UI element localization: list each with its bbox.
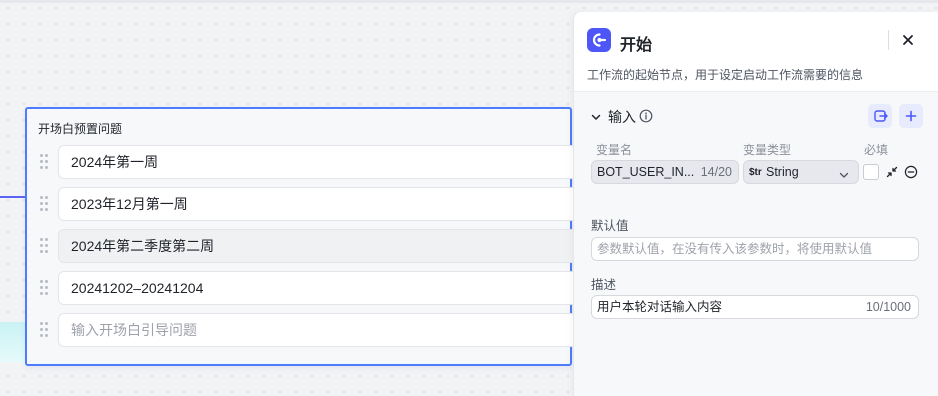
new-question-input[interactable]: 输入开场白引导问题 bbox=[58, 313, 578, 347]
import-icon[interactable] bbox=[868, 104, 892, 128]
question-row: 20241202–20241204 bbox=[27, 271, 578, 305]
variable-type-select[interactable]: $tr String bbox=[743, 160, 859, 184]
variable-type-value: String bbox=[766, 165, 799, 179]
drag-handle-icon[interactable] bbox=[40, 280, 50, 296]
default-value-input[interactable]: 参数默认值，在没有传入该参数时，将使用默认值 bbox=[591, 237, 919, 261]
panel-title: 开始 bbox=[620, 37, 653, 54]
card-title: 开场白预置问题 bbox=[38, 122, 123, 136]
start-node-panel: 开始 工作流的起始节点，用于设定启动工作流需要的信息 输入 变量名 变量类型 必… bbox=[573, 12, 938, 396]
variable-name-input[interactable]: BOT_USER_IN... 14/20 bbox=[591, 160, 739, 184]
canvas-top-border bbox=[0, 0, 938, 3]
input-section-title: 输入 bbox=[608, 109, 636, 125]
plus-icon bbox=[905, 110, 917, 122]
column-label-type: 变量类型 bbox=[743, 143, 792, 157]
string-type-icon: $tr bbox=[749, 167, 762, 178]
question-row-new: 输入开场白引导问题 bbox=[27, 313, 578, 347]
drag-handle-icon[interactable] bbox=[40, 238, 50, 254]
description-label: 描述 bbox=[591, 278, 617, 292]
description-input[interactable]: 用户本轮对话输入内容 10/1000 bbox=[591, 295, 919, 319]
header-divider bbox=[888, 30, 889, 50]
panel-description: 工作流的起始节点，用于设定启动工作流需要的信息 bbox=[587, 68, 864, 82]
drag-handle-icon[interactable] bbox=[40, 154, 50, 170]
input-section-header[interactable]: 输入 bbox=[586, 104, 929, 128]
panel-header: 开始 工作流的起始节点，用于设定启动工作流需要的信息 bbox=[574, 12, 938, 92]
question-input[interactable]: 2024年第一周 bbox=[58, 145, 578, 179]
close-icon[interactable] bbox=[897, 29, 919, 51]
column-label-name: 变量名 bbox=[596, 143, 633, 157]
drag-handle-icon[interactable] bbox=[40, 196, 50, 212]
expand-icon[interactable] bbox=[885, 165, 899, 179]
info-icon[interactable] bbox=[639, 109, 653, 123]
default-value-label: 默认值 bbox=[591, 219, 629, 233]
variable-name-count: 14/20 bbox=[700, 165, 732, 179]
column-label-required: 必填 bbox=[864, 143, 889, 157]
workflow-connector-line bbox=[0, 196, 27, 198]
add-variable-button[interactable] bbox=[899, 104, 923, 128]
variable-row: BOT_USER_IN... 14/20 $tr String bbox=[586, 160, 929, 184]
variable-name-value: BOT_USER_IN... bbox=[597, 165, 695, 179]
opening-questions-card: 开场白预置问题 2024年第一周 2023年12月第一周 2024年第二季度第二… bbox=[25, 107, 578, 366]
question-input[interactable]: 2023年12月第一周 bbox=[58, 187, 578, 221]
question-row: 2024年第二季度第二周 bbox=[27, 229, 578, 263]
question-row: 2023年12月第一周 bbox=[27, 187, 578, 221]
question-input[interactable]: 2024年第二季度第二周 bbox=[58, 229, 578, 263]
start-node-icon bbox=[587, 28, 611, 52]
question-input[interactable]: 20241202–20241204 bbox=[58, 271, 578, 305]
description-value: 用户本轮对话输入内容 bbox=[597, 300, 723, 314]
question-row: 2024年第一周 bbox=[27, 145, 578, 179]
drag-handle-icon[interactable] bbox=[40, 322, 50, 338]
description-count: 10/1000 bbox=[865, 300, 911, 314]
required-checkbox[interactable] bbox=[863, 164, 879, 180]
remove-icon[interactable] bbox=[904, 165, 918, 179]
chevron-down-icon bbox=[838, 166, 850, 178]
chevron-down-icon[interactable] bbox=[590, 110, 602, 122]
